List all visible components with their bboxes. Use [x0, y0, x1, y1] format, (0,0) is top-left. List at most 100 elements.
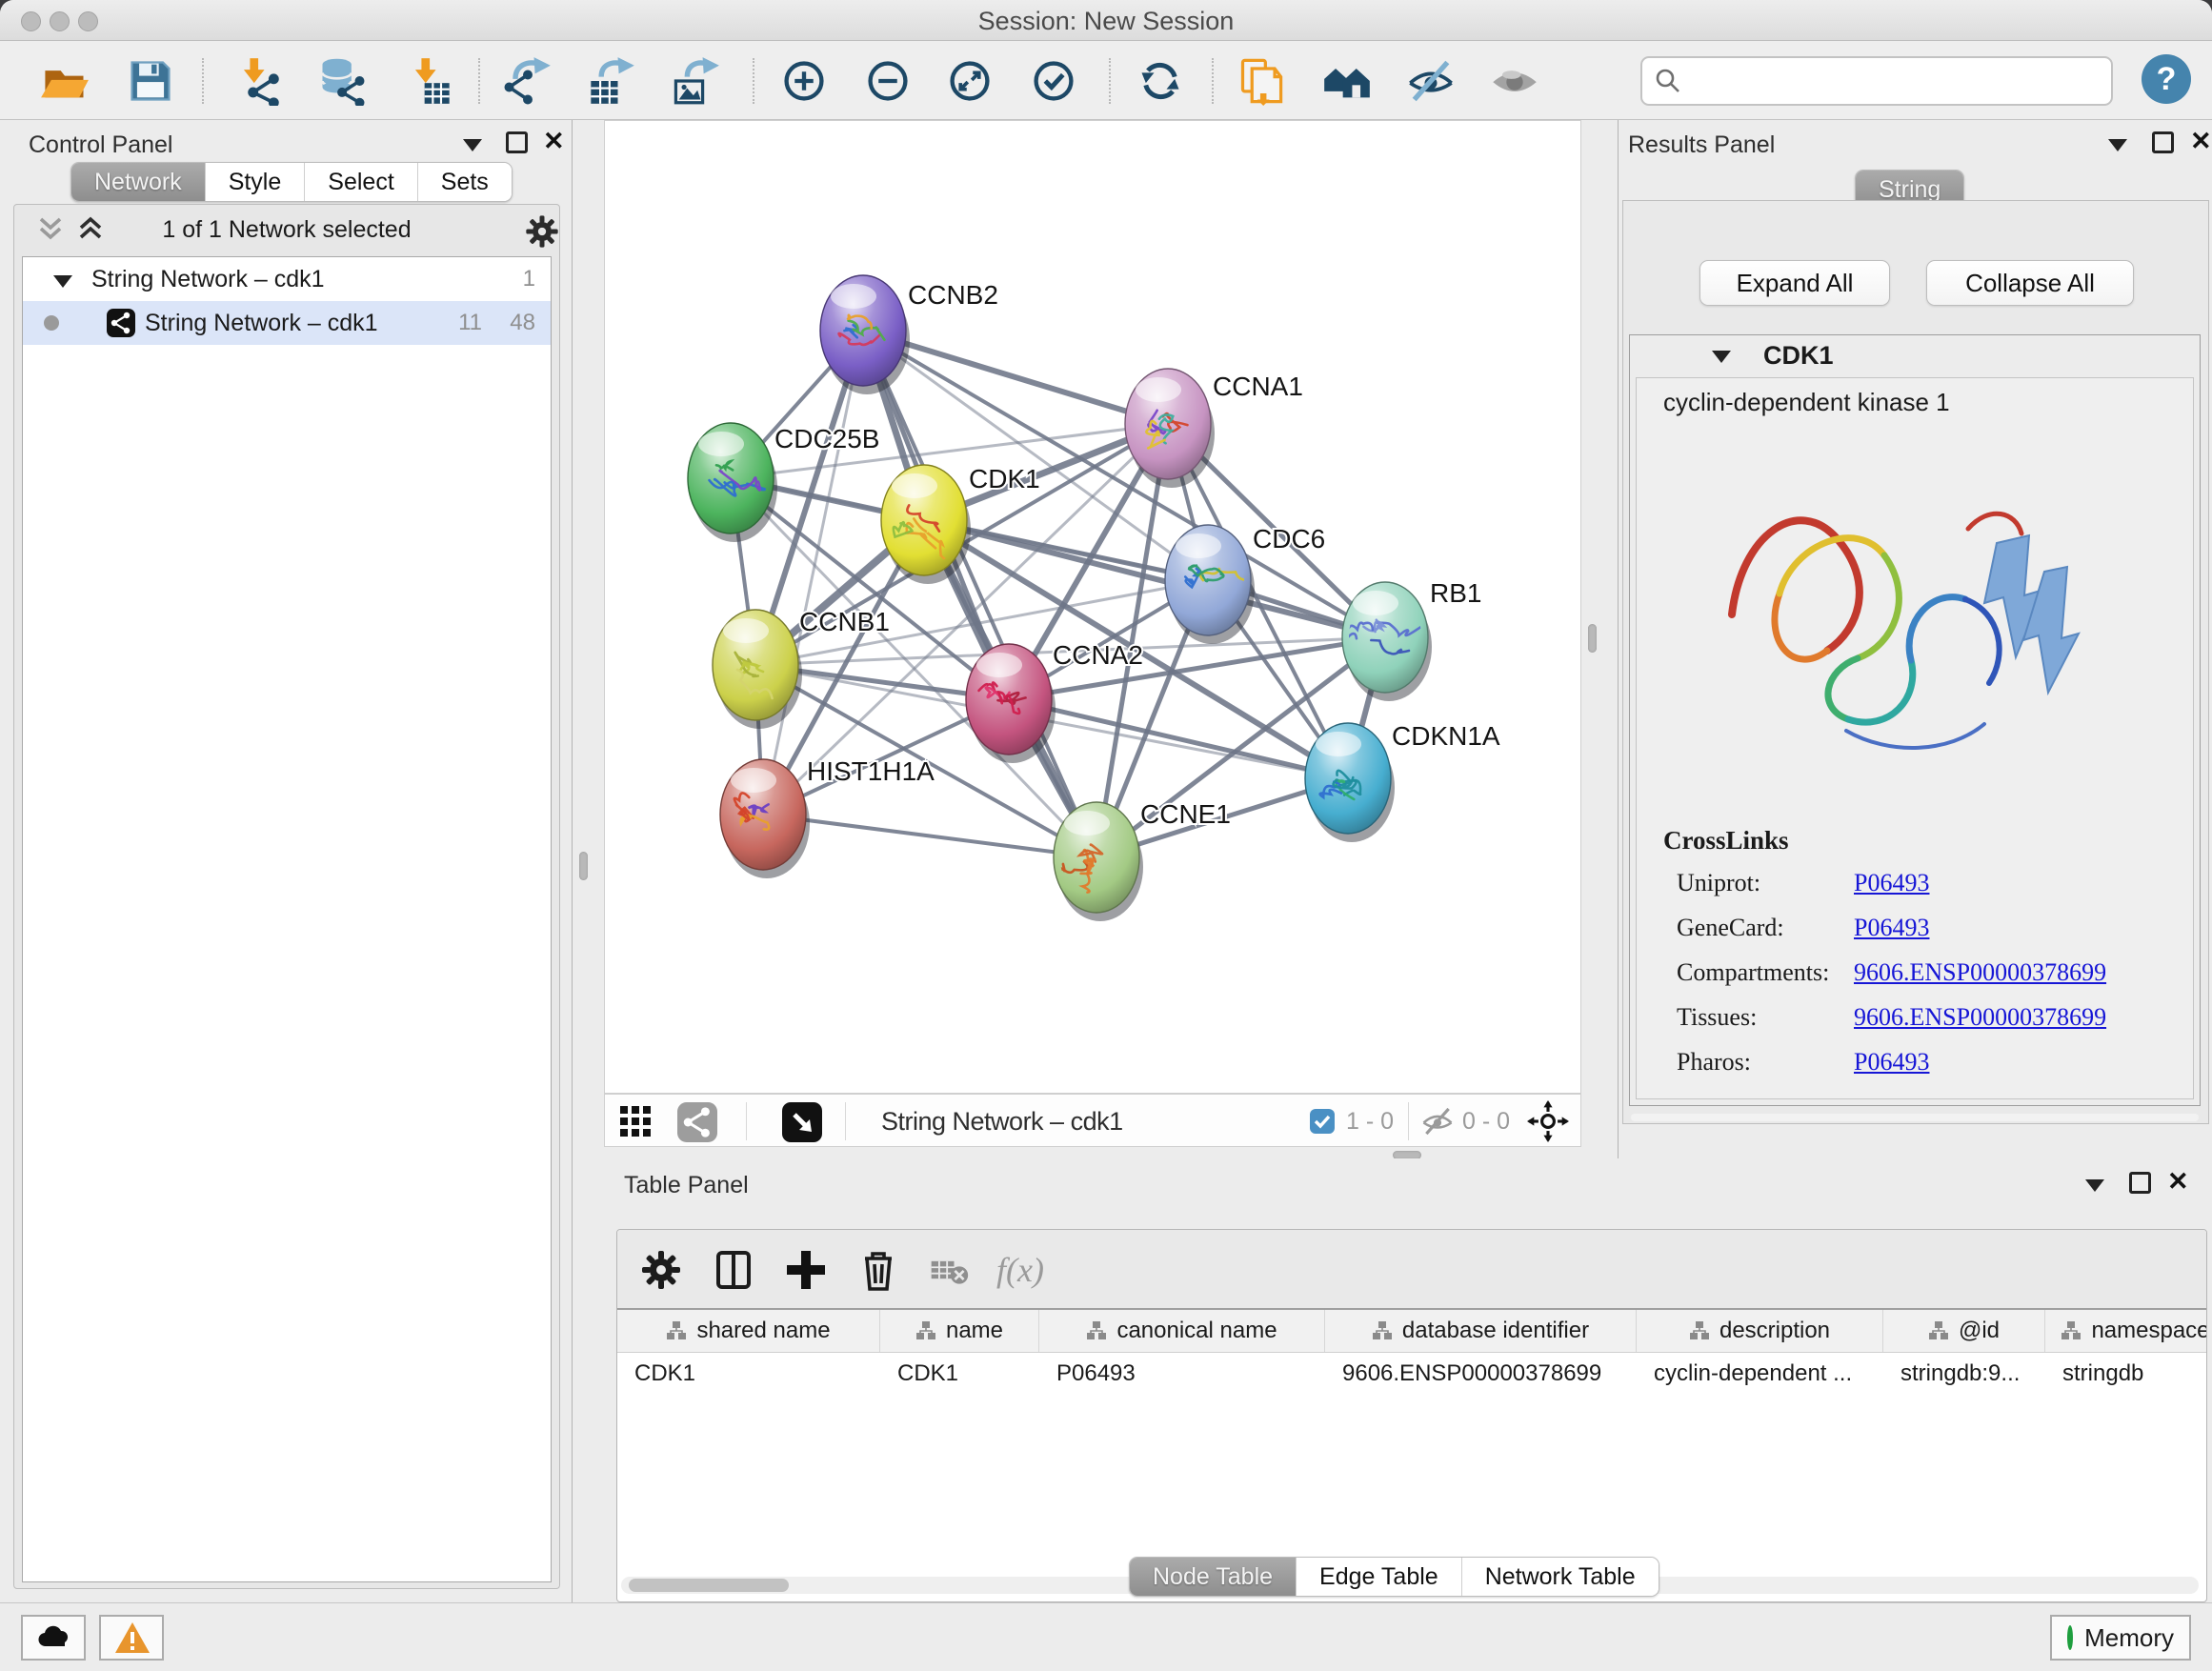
- crosslink-link[interactable]: P06493: [1854, 869, 2106, 897]
- search-input[interactable]: [1640, 56, 2113, 106]
- zoom-fit-icon[interactable]: [945, 56, 995, 106]
- table-panel-title: Table Panel: [624, 1172, 749, 1199]
- show-columns-icon[interactable]: [711, 1247, 756, 1293]
- tab-sets[interactable]: Sets: [418, 163, 512, 201]
- table-cell[interactable]: P06493: [1039, 1352, 1325, 1396]
- birds-eye-view-icon[interactable]: [782, 1102, 822, 1142]
- string-results-box: Expand All Collapse All CDK1 cyclin-depe…: [1622, 200, 2209, 1124]
- show-eye-icon[interactable]: [1490, 56, 1539, 106]
- home-networks-icon[interactable]: [1322, 56, 1372, 106]
- table-data-row[interactable]: CDK1CDK1P064939606.ENSP00000378699cyclin…: [617, 1352, 2207, 1396]
- table-cell[interactable]: CDK1: [880, 1352, 1039, 1396]
- save-session-icon[interactable]: [126, 56, 175, 106]
- table-cell[interactable]: CDK1: [617, 1352, 880, 1396]
- expand-all-button[interactable]: Expand All: [1699, 260, 1890, 306]
- tab-network[interactable]: Network: [71, 163, 206, 201]
- column-header-database-identifier[interactable]: database identifier: [1325, 1310, 1637, 1352]
- panel-close-icon[interactable]: ✕: [2167, 1172, 2189, 1191]
- table-cell[interactable]: 9606.ENSP00000378699: [1325, 1352, 1637, 1396]
- table-cell[interactable]: stringdb: [2045, 1352, 2207, 1396]
- tab-style[interactable]: Style: [206, 163, 306, 201]
- footer-separator: [746, 1102, 747, 1140]
- network-canvas[interactable]: CCNB2CCNA1CDC25BCDK1CDC6RB1CCNB1CCNA2CDK…: [604, 120, 1581, 1094]
- scrollbar-thumb[interactable]: [629, 1579, 789, 1592]
- node-label-HIST1H1A: HIST1H1A: [807, 756, 935, 786]
- panel-menu-icon[interactable]: [2108, 139, 2127, 151]
- warning-status-button[interactable]: [99, 1615, 164, 1661]
- network-list: String Network – cdk1 1 String Network –…: [22, 256, 552, 1582]
- import-network-database-icon[interactable]: [316, 56, 366, 106]
- status-bar: Memory: [0, 1602, 2212, 1671]
- panel-menu-icon[interactable]: [463, 139, 482, 151]
- table-cell[interactable]: stringdb:9...: [1883, 1352, 2045, 1396]
- protein-collapse-icon[interactable]: [1712, 351, 1731, 363]
- snapshot-icon[interactable]: [1237, 56, 1286, 106]
- node-RB1[interactable]: RB1: [1342, 578, 1481, 701]
- network-collection-row[interactable]: String Network – cdk1 1: [23, 257, 551, 301]
- column-header-canonical-name[interactable]: canonical name: [1039, 1310, 1325, 1352]
- zoom-in-icon[interactable]: [779, 56, 829, 106]
- cloud-status-button[interactable]: [21, 1615, 86, 1661]
- column-header-namespace[interactable]: namespace: [2045, 1310, 2207, 1352]
- network-share-icon[interactable]: [677, 1102, 717, 1142]
- table-tab-node-table[interactable]: Node Table: [1130, 1558, 1297, 1596]
- table-options-gear-icon[interactable]: [638, 1247, 684, 1293]
- column-header-shared-name[interactable]: shared name: [617, 1310, 880, 1352]
- crosslink-link[interactable]: 9606.ENSP00000378699: [1854, 958, 2106, 987]
- results-panel: Results Panel ✕ String Expand All Collap…: [1618, 120, 2212, 1158]
- collapse-all-button[interactable]: Collapse All: [1926, 260, 2134, 306]
- pan-crosshair-icon[interactable]: [1527, 1100, 1569, 1142]
- import-table-file-icon[interactable]: [404, 56, 453, 106]
- node-CDK1[interactable]: CDK1: [881, 464, 1040, 584]
- crosslink-link[interactable]: 9606.ENSP00000378699: [1854, 1003, 2106, 1032]
- hide-eye-icon[interactable]: [1406, 56, 1456, 106]
- splitter-handle[interactable]: [1588, 624, 1597, 653]
- node-CCNE1[interactable]: CCNE1: [1054, 799, 1231, 921]
- export-table-icon[interactable]: [587, 56, 636, 106]
- memory-button[interactable]: Memory: [2050, 1615, 2191, 1661]
- selected-checkbox-icon[interactable]: [1310, 1109, 1335, 1134]
- splitter-handle[interactable]: [579, 852, 588, 880]
- table-tab-edge-table[interactable]: Edge Table: [1297, 1558, 1462, 1596]
- refresh-icon[interactable]: [1136, 56, 1185, 106]
- node-HIST1H1A[interactable]: HIST1H1A: [720, 756, 935, 878]
- node-CDC6[interactable]: CDC6: [1165, 524, 1325, 644]
- node-CCNB2[interactable]: CCNB2: [820, 275, 998, 394]
- panel-float-icon[interactable]: [506, 131, 528, 153]
- panel-close-icon[interactable]: ✕: [2190, 131, 2212, 151]
- panel-menu-icon[interactable]: [2085, 1179, 2104, 1192]
- crosslinks-title: CrossLinks: [1663, 826, 2106, 856]
- protein-structure-image: [1694, 433, 2113, 805]
- node-CDC25B[interactable]: CDC25B: [688, 423, 879, 542]
- column-header-name[interactable]: name: [880, 1310, 1039, 1352]
- import-network-file-icon[interactable]: [232, 56, 282, 106]
- network-options-gear-icon[interactable]: [523, 212, 561, 251]
- delete-column-icon[interactable]: [855, 1247, 901, 1293]
- open-session-icon[interactable]: [40, 56, 90, 106]
- collection-expand-icon[interactable]: [53, 275, 72, 288]
- zoom-out-icon[interactable]: [863, 56, 913, 106]
- results-scrollbar[interactable]: [1631, 1114, 2199, 1121]
- table-tab-network-table[interactable]: Network Table: [1462, 1558, 1659, 1596]
- cloud-icon: [36, 1623, 72, 1650]
- tab-select[interactable]: Select: [305, 163, 417, 201]
- panel-float-icon[interactable]: [2152, 131, 2174, 153]
- crosslink-link[interactable]: P06493: [1854, 914, 2106, 942]
- crosslink-link[interactable]: P06493: [1854, 1048, 2106, 1077]
- panel-close-icon[interactable]: ✕: [543, 131, 565, 151]
- add-column-icon[interactable]: [783, 1247, 829, 1293]
- grid-view-icon[interactable]: [618, 1104, 654, 1140]
- hidden-eye-icon[interactable]: [1420, 1106, 1455, 1137]
- panel-float-icon[interactable]: [2129, 1172, 2151, 1194]
- export-network-icon[interactable]: [503, 56, 553, 106]
- zoom-selected-icon[interactable]: [1029, 56, 1078, 106]
- column-header-description[interactable]: description: [1637, 1310, 1883, 1352]
- column-header-@id[interactable]: @id: [1883, 1310, 2045, 1352]
- export-image-icon[interactable]: [671, 56, 720, 106]
- table-cell[interactable]: cyclin-dependent ...: [1637, 1352, 1883, 1396]
- network-row-selected[interactable]: String Network – cdk1 11 48: [23, 301, 551, 345]
- function-builder-icon: f(x): [996, 1247, 1101, 1293]
- help-button[interactable]: ?: [2142, 54, 2191, 104]
- node-CDKN1A[interactable]: CDKN1A: [1305, 721, 1500, 842]
- node-CCNB1[interactable]: CCNB1: [713, 607, 890, 729]
